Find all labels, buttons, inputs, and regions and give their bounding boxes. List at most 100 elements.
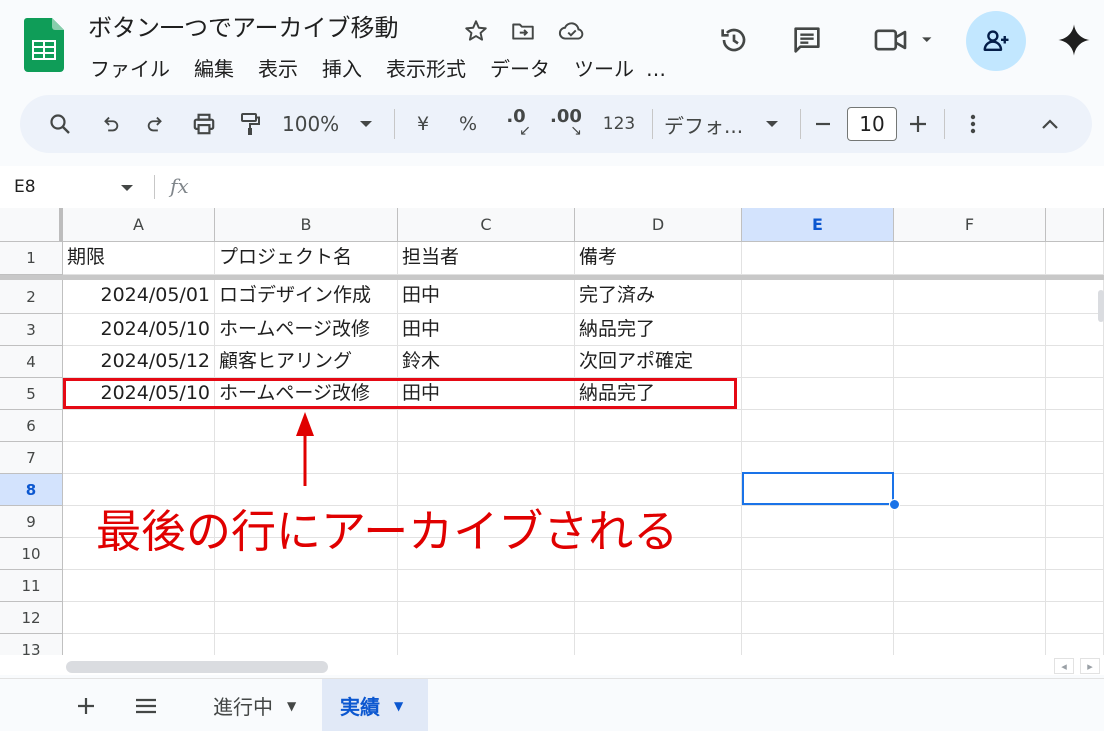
cell-d4[interactable]: 次回アポ確定 — [575, 346, 742, 378]
cell-e12[interactable] — [742, 602, 894, 634]
cell-e2[interactable] — [742, 280, 894, 314]
scroll-left-icon[interactable]: ◂ — [1054, 658, 1074, 674]
cell-f8[interactable] — [894, 474, 1046, 506]
cell-f4[interactable] — [894, 346, 1046, 378]
cell-e7[interactable] — [742, 442, 894, 474]
cell-f7[interactable] — [894, 442, 1046, 474]
cell-e6[interactable] — [742, 410, 894, 442]
row-header-9[interactable]: 9 — [0, 506, 63, 538]
cell-a4[interactable]: 2024/05/12 — [63, 346, 215, 378]
cell-g12[interactable] — [1046, 602, 1104, 634]
column-header-b[interactable]: B — [215, 208, 398, 242]
frozen-row-divider[interactable] — [0, 275, 1104, 280]
chevron-down-icon[interactable]: ▼ — [394, 699, 403, 713]
all-sheets-menu-icon[interactable] — [127, 687, 165, 725]
cell-d7[interactable] — [575, 442, 742, 474]
more-options-icon[interactable] — [958, 95, 988, 153]
row-header-4[interactable]: 4 — [0, 346, 63, 378]
cell-a8[interactable] — [63, 474, 215, 506]
cell-a7[interactable] — [63, 442, 215, 474]
cell-b12[interactable] — [215, 602, 398, 634]
cell-c3[interactable]: 田中 — [398, 314, 575, 346]
row-header-12[interactable]: 12 — [0, 602, 63, 634]
row-header-11[interactable]: 11 — [0, 570, 63, 602]
menu-data[interactable]: データ — [478, 54, 562, 84]
cloud-saved-icon[interactable] — [558, 18, 584, 44]
row-header-8[interactable]: 8 — [0, 474, 63, 506]
sheet-tab-results[interactable]: 実績 ▼ — [322, 679, 428, 731]
cell-a1[interactable]: 期限 — [63, 242, 215, 275]
cell-c6[interactable] — [398, 410, 575, 442]
sheets-logo-icon[interactable] — [24, 18, 64, 72]
cell-d3[interactable]: 納品完了 — [575, 314, 742, 346]
cell-e9[interactable] — [742, 506, 894, 538]
print-icon[interactable] — [184, 95, 224, 153]
cell-g5[interactable] — [1046, 378, 1104, 410]
version-history-icon[interactable] — [714, 20, 754, 60]
column-header-d[interactable]: D — [575, 208, 742, 242]
star-icon[interactable] — [463, 18, 489, 44]
cell-d1[interactable]: 備考 — [575, 242, 742, 275]
column-header-a[interactable]: A — [63, 208, 215, 242]
cell-a2[interactable]: 2024/05/01 — [63, 280, 215, 314]
cell-c2[interactable]: 田中 — [398, 280, 575, 314]
document-title[interactable]: ボタン一つでアーカイブ移動 — [88, 12, 399, 44]
cell-c8[interactable] — [398, 474, 575, 506]
cell-g1[interactable] — [1046, 242, 1104, 275]
chevron-down-icon[interactable]: ▼ — [287, 699, 296, 713]
column-header-partial[interactable] — [1046, 208, 1104, 242]
cell-d8[interactable] — [575, 474, 742, 506]
row-header-10[interactable]: 10 — [0, 538, 63, 570]
cell-d2[interactable]: 完了済み — [575, 280, 742, 314]
share-button[interactable] — [966, 11, 1026, 71]
collapse-menus-icon[interactable] — [1034, 95, 1066, 153]
cell-f6[interactable] — [894, 410, 1046, 442]
cell-f9[interactable] — [894, 506, 1046, 538]
cell-e3[interactable] — [742, 314, 894, 346]
percent-format-button[interactable]: % — [450, 95, 486, 153]
cell-c12[interactable] — [398, 602, 575, 634]
cell-g2[interactable] — [1046, 280, 1104, 314]
cell-g7[interactable] — [1046, 442, 1104, 474]
font-select[interactable]: デフォ... — [660, 95, 786, 153]
add-sheet-icon[interactable] — [67, 687, 105, 725]
undo-icon[interactable] — [92, 95, 128, 153]
sheet-tab-in-progress[interactable]: 進行中 ▼ — [195, 679, 314, 731]
cell-g4[interactable] — [1046, 346, 1104, 378]
active-cell-e8[interactable] — [742, 472, 894, 505]
fill-handle[interactable] — [889, 499, 900, 510]
cell-g11[interactable] — [1046, 570, 1104, 602]
cell-g6[interactable] — [1046, 410, 1104, 442]
cell-f11[interactable] — [894, 570, 1046, 602]
menu-more[interactable]: … — [646, 54, 678, 84]
currency-format-button[interactable]: ¥ — [405, 95, 441, 153]
select-all-corner[interactable] — [0, 208, 63, 242]
row-header-2[interactable]: 2 — [0, 280, 63, 314]
menu-file[interactable]: ファイル — [78, 54, 182, 84]
cell-g8[interactable] — [1046, 474, 1104, 506]
cell-c7[interactable] — [398, 442, 575, 474]
menu-format[interactable]: 表示形式 — [374, 54, 478, 84]
cell-f1[interactable] — [894, 242, 1046, 275]
row-header-3[interactable]: 3 — [0, 314, 63, 346]
cell-d12[interactable] — [575, 602, 742, 634]
horizontal-scrollbar[interactable]: ◂ ▸ — [0, 655, 1104, 675]
cell-a12[interactable] — [63, 602, 215, 634]
spreadsheet-grid[interactable]: ABCDEF 1 2 3 4 5 6 7 8 9 10 11 12 13 期限 プロジェクト名 担当者 備考 2… — [0, 208, 1104, 660]
cell-f5[interactable] — [894, 378, 1046, 410]
font-size-input[interactable]: 10 — [847, 107, 897, 141]
decrease-font-size-icon[interactable] — [810, 95, 836, 153]
cell-b11[interactable] — [215, 570, 398, 602]
column-header-c[interactable]: C — [398, 208, 575, 242]
name-box[interactable]: E8 — [14, 173, 36, 201]
cell-a11[interactable] — [63, 570, 215, 602]
scroll-right-icon[interactable]: ▸ — [1080, 658, 1100, 674]
cell-b4[interactable]: 顧客ヒアリング — [215, 346, 398, 378]
cell-c1[interactable]: 担当者 — [398, 242, 575, 275]
cell-e4[interactable] — [742, 346, 894, 378]
vertical-scroll-thumb[interactable] — [1098, 290, 1104, 322]
menu-edit[interactable]: 編集 — [182, 54, 246, 84]
cell-e1[interactable] — [742, 242, 894, 275]
cell-e5[interactable] — [742, 378, 894, 410]
decrease-decimal-button[interactable]: .0 ↙ — [496, 95, 536, 153]
